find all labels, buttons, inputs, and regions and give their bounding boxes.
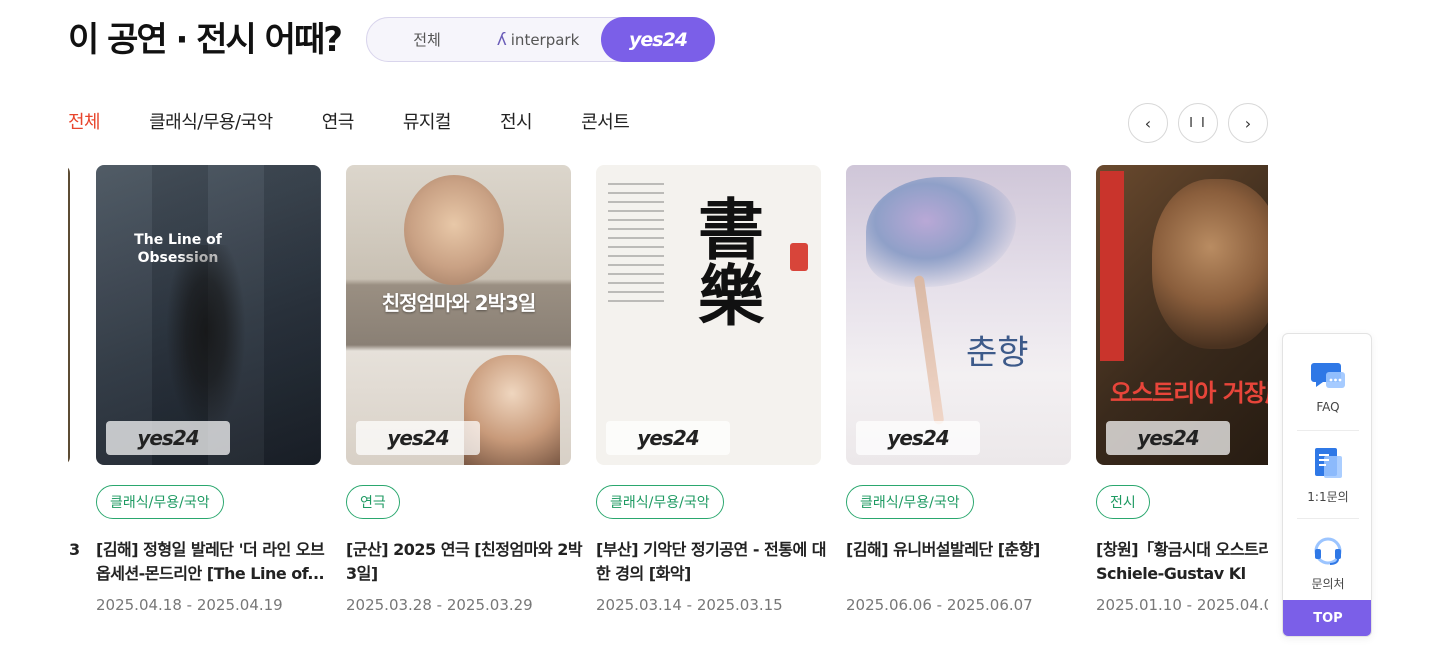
card-date: 2025.03.28 - 2025.03.29	[346, 596, 533, 614]
card-title: [군산] 2025 연극 [친정엄마와 2박3일]	[346, 540, 583, 583]
category-badge: 전시	[1096, 485, 1150, 519]
tab-concert[interactable]: 콘서트	[581, 110, 630, 136]
tab-classic-dance[interactable]: 클래식/무용/국악	[149, 110, 273, 136]
poster-text-lines	[608, 183, 664, 303]
poster-image: 친정엄마와 2박3일 yes24	[346, 165, 571, 465]
headset-icon	[1314, 537, 1342, 565]
tab-all[interactable]: 전체	[68, 110, 101, 136]
tab-exhibition[interactable]: 전시	[500, 110, 533, 136]
card-date: 2025.03.14 - 2025.03.15	[596, 596, 783, 614]
poster-title: 친정엄마와 2박3일	[381, 291, 537, 315]
card-title: [김해] 정형일 발레단 '더 라인 오브 옵세션-몬드리안 [The Line…	[96, 540, 325, 583]
red-vertical-band	[1100, 171, 1124, 361]
card-date: 2025.04.18 - 2025.04.19	[96, 596, 283, 614]
source-option-yes24[interactable]: yes24	[601, 17, 715, 62]
faq-label: FAQ	[1316, 400, 1340, 414]
yes24-watermark: yes24	[106, 421, 230, 455]
yes24-watermark: yes24	[356, 421, 480, 455]
card-title: [부산] 기악단 정기공연 - 전통에 대한 경의 [화악]	[596, 540, 826, 583]
performance-card-partial[interactable]: 3	[68, 165, 80, 559]
schiele-portrait	[1152, 179, 1268, 349]
performance-card[interactable]: 친정엄마와 2박3일 yes24 연극 [군산] 2025 연극 [친정엄마와 …	[346, 165, 583, 614]
contact-button[interactable]: 문의처	[1283, 520, 1371, 606]
source-option-all[interactable]: 전체	[377, 18, 477, 61]
performance-card[interactable]: 오스트리아 거장展 yes24 전시 [창원]「황금시대 오스트리아 Egon …	[1096, 165, 1268, 614]
section-title: 이 공연 · 전시 어때?	[68, 20, 343, 60]
source-toggle: 전체 ʎ interpark yes24	[366, 17, 715, 62]
yes24-watermark: yes24	[606, 421, 730, 455]
poster-image: 書樂 yes24	[596, 165, 821, 465]
poster-image: 춘향 yes24	[846, 165, 1071, 465]
carousel-pause-button[interactable]: I I	[1178, 103, 1218, 143]
source-option-interpark-label: interpark	[510, 30, 580, 49]
category-badge: 클래식/무용/국악	[96, 485, 224, 519]
card-title: [창원]「황금시대 오스트리아 Egon Schiele-Gustav Kl	[1096, 540, 1268, 583]
portrait-top	[404, 175, 504, 285]
card-title-fragment: 3	[69, 540, 80, 559]
tab-play[interactable]: 연극	[322, 110, 355, 136]
scroll-top-button[interactable]: TOP	[1283, 600, 1371, 636]
performance-card[interactable]: 書樂 yes24 클래식/무용/국악 [부산] 기악단 정기공연 - 전통에 대…	[596, 165, 826, 614]
divider	[1297, 518, 1359, 519]
carousel-prev-button[interactable]: ‹	[1128, 103, 1168, 143]
divider	[1297, 430, 1359, 431]
red-seal-icon	[790, 243, 808, 271]
performance-carousel: 3 The Line of Obsession yes24 클래식/무용/국악 …	[68, 165, 1268, 625]
quick-menu-panel: FAQ 1:1문의 문의처 TOP	[1282, 333, 1372, 637]
interpark-logo-icon: ʎ	[496, 29, 507, 50]
category-badge: 클래식/무용/국악	[596, 485, 724, 519]
performance-card[interactable]: The Line of Obsession yes24 클래식/무용/국악 [김…	[96, 165, 325, 614]
chat-bubble-icon	[1311, 363, 1345, 388]
poster-image: 오스트리아 거장展 yes24	[1096, 165, 1268, 465]
faq-button[interactable]: FAQ	[1283, 344, 1371, 430]
carousel-next-button[interactable]: ›	[1228, 103, 1268, 143]
poster-image	[68, 165, 70, 465]
performance-card[interactable]: 춘향 yes24 클래식/무용/국악 [김해] 유니버설발레단 [춘향] 202…	[846, 165, 1071, 614]
tab-musical[interactable]: 뮤지컬	[403, 110, 452, 136]
category-badge: 클래식/무용/국악	[846, 485, 974, 519]
inquiry-label: 1:1문의	[1307, 489, 1349, 504]
dancer-figure	[166, 245, 246, 435]
yes24-watermark: yes24	[856, 421, 980, 455]
yes24-watermark: yes24	[1106, 421, 1230, 455]
card-title: [김해] 유니버설발레단 [춘향]	[846, 540, 1040, 559]
contact-label: 문의처	[1311, 576, 1345, 591]
document-icon	[1315, 447, 1342, 478]
source-option-interpark[interactable]: ʎ interpark	[479, 18, 597, 61]
category-badge: 연극	[346, 485, 400, 519]
card-date: 2025.06.06 - 2025.06.07	[846, 596, 1033, 614]
poster-image: The Line of Obsession yes24	[96, 165, 321, 465]
poster-title: 춘향	[966, 333, 1029, 373]
card-date: 2025.01.10 - 2025.04.06	[1096, 596, 1268, 614]
poster-title: 書樂	[687, 195, 765, 327]
category-tabs: 전체 클래식/무용/국악 연극 뮤지컬 전시 콘서트	[68, 110, 678, 136]
poster-title: 오스트리아 거장展	[1110, 379, 1268, 407]
inquiry-button[interactable]: 1:1문의	[1283, 432, 1371, 518]
